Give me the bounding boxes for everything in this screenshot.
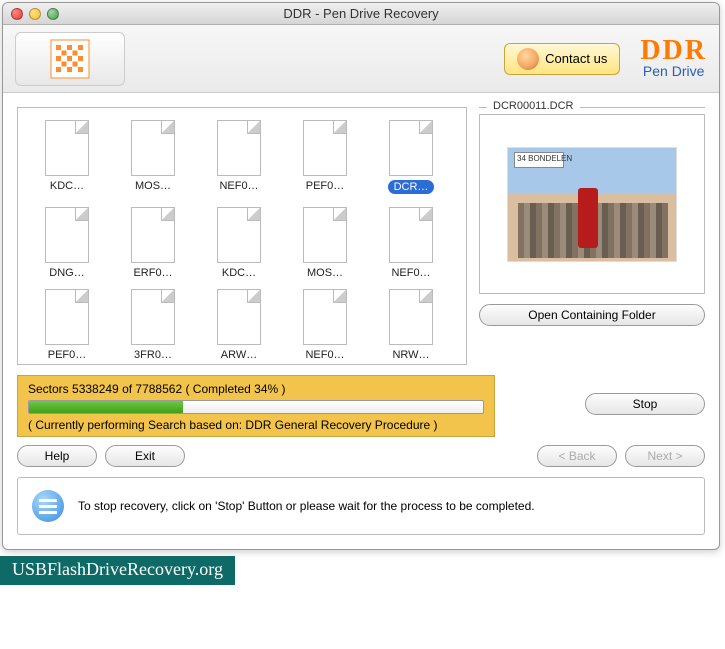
file-item[interactable]: NEF0… xyxy=(196,116,282,203)
brand-logo-text: DDR xyxy=(640,38,707,63)
stop-button[interactable]: Stop xyxy=(585,393,705,415)
file-label: NRW… xyxy=(371,349,451,361)
file-icon xyxy=(303,289,347,345)
file-item[interactable]: KDC… xyxy=(196,203,282,285)
file-icon xyxy=(389,120,433,176)
next-button[interactable]: Next > xyxy=(625,445,705,467)
file-icon xyxy=(303,207,347,263)
file-label: ARW… xyxy=(199,349,279,361)
exit-button[interactable]: Exit xyxy=(105,445,185,467)
file-icon xyxy=(131,289,175,345)
file-label: NEF0… xyxy=(199,180,279,192)
person-icon xyxy=(517,48,539,70)
preview-panel: DCR00011.DCR Open Containing Folder xyxy=(479,107,705,365)
file-label: DCR… xyxy=(388,180,435,194)
help-button[interactable]: Help xyxy=(17,445,97,467)
titlebar: DDR - Pen Drive Recovery xyxy=(3,3,719,25)
file-item[interactable]: 3FR0… xyxy=(110,285,196,365)
content-area: KDC… MOS… NEF0… PEF0… DCR… DNG… ERF0… KDC… MOS… N… xyxy=(3,93,719,549)
file-item[interactable]: MOS… xyxy=(282,203,368,285)
file-label: ERF0… xyxy=(113,267,193,279)
file-label: DNG… xyxy=(27,267,107,279)
contact-us-label: Contact us xyxy=(545,51,607,66)
file-label: KDC… xyxy=(27,180,107,192)
search-mode-text: ( Currently performing Search based on: … xyxy=(28,418,484,432)
open-containing-folder-button[interactable]: Open Containing Folder xyxy=(479,304,705,326)
file-icon xyxy=(131,207,175,263)
file-item[interactable]: NRW… xyxy=(368,285,454,365)
file-item[interactable]: ARW… xyxy=(196,285,282,365)
toolbar: Contact us DDR Pen Drive xyxy=(3,25,719,93)
watermark: USBFlashDriveRecovery.org xyxy=(0,556,235,585)
file-item[interactable]: NEF0… xyxy=(282,285,368,365)
info-text: To stop recovery, click on 'Stop' Button… xyxy=(78,499,535,513)
progress-box: Sectors 5338249 of 7788562 ( Completed 3… xyxy=(17,375,495,437)
file-label: 3FR0… xyxy=(113,349,193,361)
preview-image xyxy=(507,147,677,262)
file-item[interactable]: KDC… xyxy=(24,116,110,203)
sectors-progress-text: Sectors 5338249 of 7788562 ( Completed 3… xyxy=(28,382,484,396)
file-label: MOS… xyxy=(285,267,365,279)
progress-bar xyxy=(28,400,484,414)
progress-bar-fill xyxy=(29,401,183,413)
file-label: NEF0… xyxy=(285,349,365,361)
file-item[interactable]: PEF0… xyxy=(24,285,110,365)
window-title: DDR - Pen Drive Recovery xyxy=(3,6,719,21)
file-label: KDC… xyxy=(199,267,279,279)
back-button[interactable]: < Back xyxy=(537,445,617,467)
app-logo xyxy=(15,32,125,86)
file-icon xyxy=(217,207,261,263)
chat-bubble-icon xyxy=(32,490,64,522)
app-window: DDR - Pen Drive Recovery Contact us DDR … xyxy=(2,2,720,550)
preview-box xyxy=(479,114,705,294)
file-icon xyxy=(217,120,261,176)
file-item[interactable]: PEF0… xyxy=(282,116,368,203)
brand-subtitle: Pen Drive xyxy=(640,63,707,79)
file-item[interactable]: ERF0… xyxy=(110,203,196,285)
logo-icon xyxy=(50,39,90,79)
file-grid: KDC… MOS… NEF0… PEF0… DCR… DNG… ERF0… KDC… MOS… N… xyxy=(24,116,460,365)
file-icon xyxy=(131,120,175,176)
info-box: To stop recovery, click on 'Stop' Button… xyxy=(17,477,705,535)
file-label: PEF0… xyxy=(285,180,365,192)
file-icon xyxy=(389,289,433,345)
file-item[interactable]: MOS… xyxy=(110,116,196,203)
file-item[interactable]: DCR… xyxy=(368,116,454,203)
contact-us-button[interactable]: Contact us xyxy=(504,43,620,75)
file-item[interactable]: NEF0… xyxy=(368,203,454,285)
file-icon xyxy=(389,207,433,263)
file-label: PEF0… xyxy=(27,349,107,361)
file-icon xyxy=(303,120,347,176)
file-icon xyxy=(45,289,89,345)
preview-filename: DCR00011.DCR xyxy=(487,100,580,112)
file-icon xyxy=(45,207,89,263)
file-label: MOS… xyxy=(113,180,193,192)
file-list-panel[interactable]: KDC… MOS… NEF0… PEF0… DCR… DNG… ERF0… KDC… MOS… N… xyxy=(17,107,467,365)
nav-row: Help Exit < Back Next > xyxy=(17,445,705,467)
file-icon xyxy=(217,289,261,345)
file-icon xyxy=(45,120,89,176)
brand-block: DDR Pen Drive xyxy=(630,38,707,79)
file-label: NEF0… xyxy=(371,267,451,279)
file-item[interactable]: DNG… xyxy=(24,203,110,285)
